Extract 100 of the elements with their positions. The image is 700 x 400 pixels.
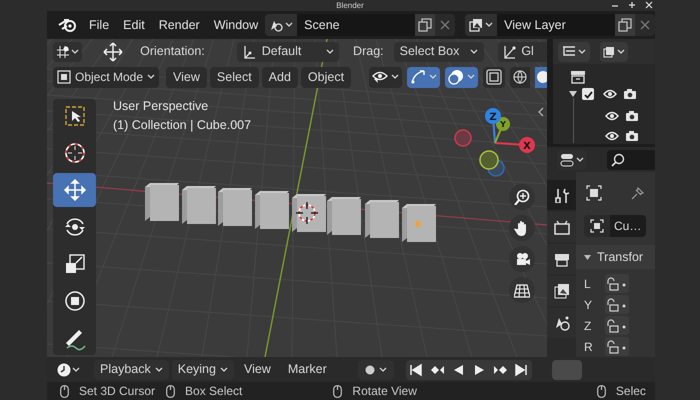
transform-panel-header[interactable]: Transfor [576, 245, 655, 269]
check-icon [584, 90, 592, 98]
cube-drawing [255, 191, 289, 229]
menu-dropdown[interactable]: Keying [172, 360, 234, 380]
object-selector-button[interactable] [584, 215, 610, 237]
caret-icon [147, 74, 156, 80]
hand-button[interactable] [509, 215, 535, 241]
jump-end-icon [514, 362, 528, 376]
scene-collection-icon [570, 70, 586, 84]
lock-button[interactable] [605, 295, 629, 314]
menu-item[interactable]: View [166, 66, 207, 88]
cube-drawing [145, 183, 179, 221]
outliner-icon [562, 44, 576, 58]
window-title: Blender [336, 0, 364, 10]
view-layer-type-button[interactable] [465, 14, 498, 36]
cube-drawing [292, 194, 326, 232]
search-field[interactable] [607, 150, 655, 170]
overlay-button[interactable] [445, 66, 478, 88]
menu-item[interactable]: Edit [116, 14, 152, 36]
scene-type-button[interactable] [265, 14, 298, 36]
mode-dropdown[interactable]: Object Mode [53, 66, 160, 88]
collection-checkbox[interactable] [582, 88, 594, 100]
overlay-circles-icon [448, 69, 464, 85]
tool-icon [554, 187, 570, 203]
mouse-icon [166, 384, 176, 398]
globe-icon [513, 70, 528, 84]
maximize-icon [628, 1, 636, 9]
play-icon [472, 362, 486, 376]
eye-pointer-icon [372, 70, 388, 84]
orientation-label: Orientation: [140, 43, 205, 60]
close-icon [645, 1, 653, 9]
output-icon [554, 251, 570, 267]
zoom-button[interactable] [509, 184, 535, 210]
lock-button[interactable] [605, 274, 629, 293]
record-button[interactable] [358, 360, 394, 380]
output-tab[interactable] [547, 244, 576, 274]
editor-type-button[interactable] [558, 42, 590, 62]
record-icon [364, 364, 375, 374]
lock-button[interactable] [605, 337, 629, 356]
move-tool[interactable] [53, 173, 96, 207]
orientation-dropdown[interactable]: Default [236, 42, 340, 62]
lock-icon [605, 318, 627, 332]
axis-label: Z [489, 112, 497, 123]
menu-item[interactable]: Select [210, 66, 259, 88]
mouse-icon [60, 384, 69, 398]
caret-icon [429, 74, 438, 80]
camera-icon [514, 251, 530, 267]
render-tab[interactable] [547, 212, 576, 242]
display-mode-button[interactable] [600, 42, 628, 62]
caret-icon [285, 22, 294, 28]
menu-item[interactable]: File [82, 14, 116, 36]
copy-icon [618, 18, 632, 32]
toggle-icon [560, 152, 574, 166]
grid-button[interactable] [509, 277, 535, 303]
copy-button[interactable] [615, 14, 636, 36]
view-layer-field[interactable]: View Layer [497, 14, 616, 36]
tool-tab[interactable] [547, 180, 576, 210]
lock-icon [605, 340, 627, 354]
status-hint: Set 3D Cursor [79, 383, 156, 400]
caret-icon [470, 48, 478, 54]
transform-options-button[interactable] [53, 42, 82, 62]
view-layer-tab[interactable] [547, 276, 576, 306]
pivot-dropdown[interactable]: Gl [498, 42, 547, 62]
menu-item[interactable]: Add [262, 66, 298, 88]
wireframe-shading-button[interactable] [510, 66, 530, 88]
lock-button[interactable] [605, 316, 629, 335]
cube-drawing [402, 204, 436, 242]
menu-item[interactable]: View [236, 360, 278, 380]
menu-item[interactable]: Marker [280, 360, 334, 380]
caret-icon [391, 74, 400, 80]
view-layer-icon [554, 283, 570, 299]
caret-icon [72, 366, 80, 372]
frame-field[interactable] [552, 360, 582, 380]
grid-icon [514, 282, 530, 298]
scene-field[interactable]: Scene [297, 14, 416, 36]
menu-dropdown[interactable]: Playback [94, 360, 169, 380]
status-hint: Rotate View [352, 383, 417, 400]
scene-tab[interactable] [547, 308, 576, 338]
caret-icon [576, 156, 584, 162]
axis-label: X [523, 141, 531, 152]
drag-dropdown[interactable]: Select Box [394, 42, 484, 62]
menu-item[interactable]: Render [152, 14, 207, 36]
xray-button[interactable] [483, 66, 506, 88]
caret-icon [154, 366, 163, 372]
move-icon [102, 40, 124, 62]
menu-item[interactable]: Window [206, 14, 266, 36]
camera-button[interactable] [509, 246, 535, 272]
visibility-button[interactable] [369, 66, 402, 88]
jump-start-icon [409, 362, 424, 376]
cube-drawing [182, 186, 216, 224]
solid-shading-button[interactable] [535, 66, 547, 88]
property-label: R [584, 338, 592, 356]
editor-type-button[interactable] [557, 150, 587, 170]
menu-item[interactable]: Object [300, 66, 352, 88]
blender-logo-icon [58, 17, 78, 33]
copy-button[interactable] [415, 14, 436, 36]
gizmo-button[interactable] [407, 66, 440, 88]
object-name-field[interactable]: Cu… [610, 215, 646, 237]
close-icon [640, 20, 650, 30]
eye-icon [605, 111, 619, 121]
